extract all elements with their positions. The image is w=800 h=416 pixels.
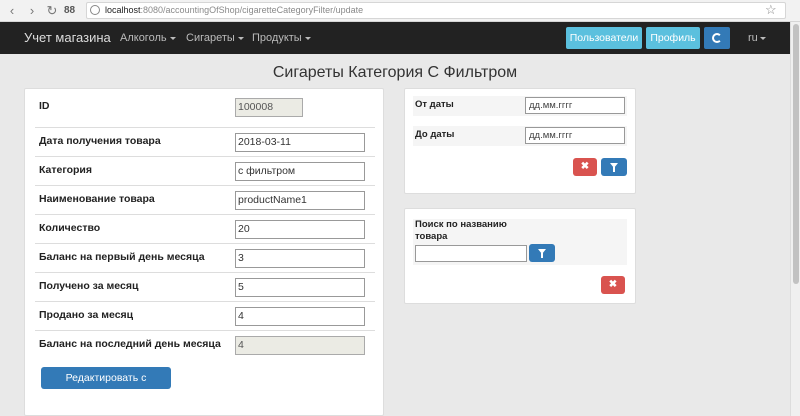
profile-button[interactable]: Профиль [646,27,700,49]
form-row-opening-balance: Баланс на первый день месяца 3 [35,243,375,272]
form-row-date: Дата получения товара 2018-03-11 [35,127,375,156]
date-filter-panel: От даты дд.мм.гггг До даты дд.мм.гггг ✖ [404,88,636,194]
page-title: Сигареты Категория С Фильтром [272,64,518,81]
to-date-label: До даты [415,129,455,140]
from-date-input[interactable]: дд.мм.гггг [525,97,625,114]
address-bar[interactable]: localhost:8080/accountingOfShop/cigarett… [86,2,786,19]
form-row-id: ID 100008 [35,93,375,122]
menu-alcohol[interactable]: Алкоголь [120,22,176,54]
top-navbar: Учет магазина Алкоголь Сигареты Продукты… [0,22,790,54]
browser-toolbar: ‹ › ↻ 88 localhost:8080/accountingOfShop… [0,0,800,22]
grid-button[interactable]: 88 [64,3,75,19]
close-icon: ✖ [580,161,590,172]
field-label: Наименование товара [39,193,155,205]
category-field[interactable]: с фильтром [235,162,365,181]
field-label: Категория [39,164,93,176]
logout-button[interactable] [704,27,730,49]
edit-form-panel: ID 100008 Дата получения товара 2018-03-… [24,88,384,416]
from-date-label: От даты [415,99,454,110]
users-button[interactable]: Пользователи [566,27,642,49]
filter-icon [610,163,618,172]
logout-icon [712,33,722,43]
chevron-down-icon [169,36,176,40]
closing-balance-field: 4 [235,336,365,355]
clear-date-filter-button[interactable]: ✖ [573,158,597,176]
page-scrollbar[interactable] [790,22,800,416]
id-field: 100008 [235,98,303,117]
language-label: ru [748,32,758,44]
url-path: :8080/accountingOfShop/cigaretteCategory… [140,5,364,15]
chevron-down-icon [237,36,244,40]
menu-cigarettes[interactable]: Сигареты [186,22,244,54]
menu-products[interactable]: Продукты [252,22,311,54]
field-label: ID [39,100,50,112]
reload-icon[interactable]: ↻ [44,3,60,19]
menu-products-label: Продукты [252,32,302,44]
name-search-label: Поиск по названию товара [415,219,507,242]
bookmark-star-icon[interactable]: ☆ [765,2,777,18]
chevron-down-icon [304,36,311,40]
field-label: Получено за месяц [39,280,139,292]
form-row-category: Категория с фильтром [35,156,375,185]
form-row-received: Получено за месяц 5 [35,272,375,301]
name-search-input[interactable] [415,245,527,262]
url-host: localhost [105,5,141,15]
to-date-input[interactable]: дд.мм.гггг [525,127,625,144]
clear-name-search-button[interactable]: ✖ [601,276,625,294]
form-row-closing-balance: Баланс на последний день месяца 4 [35,330,375,359]
form-row-name: Наименование товара productName1 [35,185,375,214]
menu-cigarettes-label: Сигареты [186,32,235,44]
apply-date-filter-button[interactable] [601,158,627,176]
opening-balance-field[interactable]: 3 [235,249,365,268]
site-info-icon[interactable] [90,5,100,15]
close-icon: ✖ [608,279,618,290]
field-label: Дата получения товара [39,135,161,147]
scrollbar-thumb[interactable] [793,24,799,284]
form-row-sold: Продано за месяц 4 [35,301,375,330]
from-date-row: От даты дд.мм.гггг [413,96,627,116]
field-label: Баланс на последний день месяца [39,338,221,350]
menu-alcohol-label: Алкоголь [120,32,167,44]
forward-icon[interactable]: › [24,3,40,19]
name-search-panel: Поиск по названию товара ✖ [404,208,636,304]
back-icon[interactable]: ‹ [4,3,20,19]
received-field[interactable]: 5 [235,278,365,297]
product-name-field[interactable]: productName1 [235,191,365,210]
receive-date-field[interactable]: 2018-03-11 [235,133,365,152]
field-label: Количество [39,222,101,234]
field-label: Продано за месяц [39,309,134,321]
language-dropdown[interactable]: ru [748,22,766,54]
chevron-down-icon [759,36,766,40]
filter-icon [538,249,546,258]
edit-with-filter-button[interactable]: Редактировать с фильтром [41,367,171,406]
field-label: Баланс на первый день месяца [39,251,205,263]
form-row-quantity: Количество 20 [35,214,375,243]
name-search-row: Поиск по названию товара [413,219,627,265]
apply-name-search-button[interactable] [529,244,555,262]
sold-field[interactable]: 4 [235,307,365,326]
brand-link[interactable]: Учет магазина [24,22,111,54]
to-date-row: До даты дд.мм.гггг [413,126,627,146]
quantity-field[interactable]: 20 [235,220,365,239]
